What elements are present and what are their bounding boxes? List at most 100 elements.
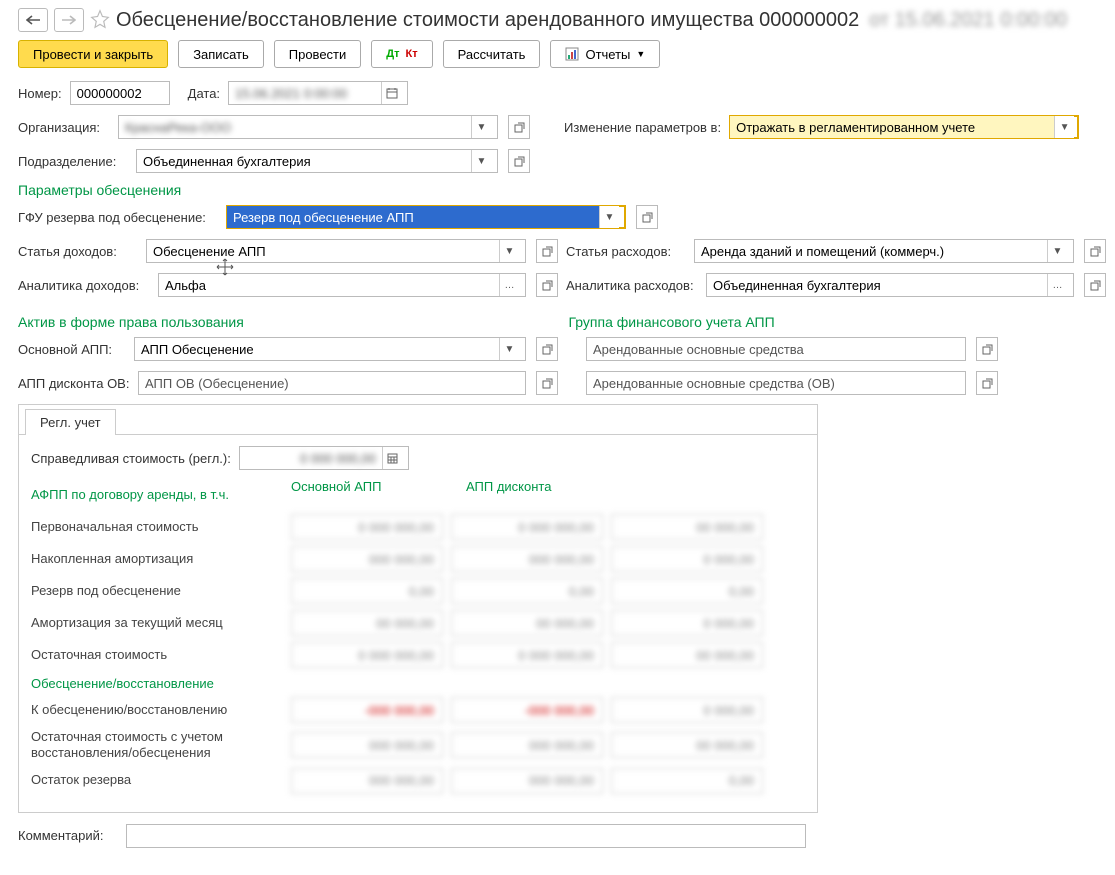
main-app-group-open-button[interactable] [976, 337, 998, 361]
favorite-star-icon[interactable] [90, 9, 110, 32]
open-icon [982, 344, 993, 355]
open-icon [514, 122, 525, 133]
gfu-open-button[interactable] [636, 205, 658, 229]
cell[interactable]: 0,00 [611, 768, 763, 794]
open-icon [542, 378, 553, 389]
cell[interactable]: 0 000 000,00 [451, 514, 603, 540]
page-title: Обесценение/восстановление стоимости аре… [116, 9, 859, 32]
open-icon [982, 378, 993, 389]
dept-input[interactable] [137, 150, 471, 172]
org-label: Организация: [18, 120, 110, 135]
expense-analytics-select-button[interactable]: … [1047, 274, 1067, 296]
cell[interactable]: -000 000,00 [291, 697, 443, 723]
cell[interactable]: 000 000,00 [451, 732, 603, 758]
cell[interactable]: 00 000,00 [451, 610, 603, 636]
row-label: Остаточная стоимость [31, 647, 291, 663]
dept-open-button[interactable] [508, 149, 530, 173]
gfu-input[interactable] [227, 206, 599, 228]
cell[interactable]: 000 000,00 [451, 768, 603, 794]
calendar-icon [386, 87, 398, 99]
open-icon [514, 156, 525, 167]
org-input[interactable] [119, 116, 471, 138]
debit-credit-button[interactable]: ДтКт [371, 40, 432, 68]
fair-value-calc-button[interactable] [382, 447, 402, 469]
cell[interactable]: 0 000 000,00 [291, 514, 443, 540]
cell[interactable]: 0,00 [291, 578, 443, 604]
income-article-dropdown-button[interactable]: ▼ [499, 240, 519, 262]
grid-row: Накопленная амортизация 000 000,00 000 0… [31, 546, 805, 572]
cell[interactable]: 000 000,00 [291, 546, 443, 572]
cell[interactable]: 00 000,00 [611, 642, 763, 668]
arrow-right-icon [62, 15, 76, 25]
nav-forward-button[interactable] [54, 8, 84, 32]
main-app-group-input[interactable] [587, 338, 963, 360]
tab-regl[interactable]: Регл. учет [25, 409, 116, 435]
cell[interactable]: 00 000,00 [611, 514, 763, 540]
income-analytics-input[interactable] [159, 274, 499, 296]
reports-button[interactable]: Отчеты ▼ [550, 40, 660, 68]
cell[interactable]: 0 000,00 [611, 697, 763, 723]
toolbar: Провести и закрыть Записать Провести ДтК… [18, 40, 1097, 68]
dept-label: Подразделение: [18, 154, 128, 169]
arrow-left-icon [26, 15, 40, 25]
income-article-open-button[interactable] [536, 239, 558, 263]
income-article-input[interactable] [147, 240, 499, 262]
cell[interactable]: 0 000 000,00 [451, 642, 603, 668]
discount-app-group-open-button[interactable] [976, 371, 998, 395]
row-label: Остаток резерва [31, 772, 291, 788]
change-params-dropdown-button[interactable]: ▼ [1054, 116, 1074, 138]
income-analytics-select-button[interactable]: … [499, 274, 519, 296]
expense-article-input[interactable] [695, 240, 1047, 262]
main-app-label: Основной АПП: [18, 342, 126, 357]
impairment-section-title: Обесценение/восстановление [31, 676, 805, 691]
income-analytics-open-button[interactable] [536, 273, 558, 297]
post-and-close-button[interactable]: Провести и закрыть [18, 40, 168, 68]
params-section-title: Параметры обесценения [18, 182, 1097, 198]
cell[interactable]: -000 000,00 [451, 697, 603, 723]
cell[interactable]: 000 000,00 [451, 546, 603, 572]
calendar-button[interactable] [381, 82, 401, 104]
grid-row: Остаток резерва 000 000,00 000 000,00 0,… [31, 768, 805, 794]
org-open-button[interactable] [508, 115, 530, 139]
dept-dropdown-button[interactable]: ▼ [471, 150, 491, 172]
row-label: Первоначальная стоимость [31, 519, 291, 535]
gfu-dropdown-button[interactable]: ▼ [599, 206, 619, 228]
row-label: Остаточная стоимость с учетом восстановл… [31, 729, 291, 762]
expense-analytics-label: Аналитика расходов: [566, 278, 698, 293]
main-app-open-button[interactable] [536, 337, 558, 361]
cell[interactable]: 000 000,00 [291, 732, 443, 758]
comment-label: Комментарий: [18, 828, 118, 843]
grid-head-2: Основной АПП [291, 479, 466, 508]
open-icon [542, 280, 553, 291]
expense-article-open-button[interactable] [1084, 239, 1106, 263]
expense-analytics-open-button[interactable] [1084, 273, 1106, 297]
cell[interactable]: 00 000,00 [291, 610, 443, 636]
comment-input[interactable] [127, 825, 803, 847]
discount-app-input[interactable] [139, 372, 523, 394]
main-app-input[interactable] [135, 338, 499, 360]
income-analytics-label: Аналитика доходов: [18, 278, 150, 293]
org-dropdown-button[interactable]: ▼ [471, 116, 491, 138]
gfu-label: ГФУ резерва под обесценение: [18, 210, 218, 225]
main-app-dropdown-button[interactable]: ▼ [499, 338, 519, 360]
expense-analytics-input[interactable] [707, 274, 1047, 296]
date-input[interactable] [229, 82, 381, 104]
cell[interactable]: 0,00 [611, 578, 763, 604]
nav-back-button[interactable] [18, 8, 48, 32]
calculate-button[interactable]: Рассчитать [443, 40, 541, 68]
discount-app-open-button[interactable] [536, 371, 558, 395]
discount-app-group-input[interactable] [587, 372, 963, 394]
change-params-input[interactable] [730, 116, 1054, 138]
save-button[interactable]: Записать [178, 40, 264, 68]
asset-section-title: Актив в форме права пользования [18, 314, 547, 330]
fair-value-input[interactable] [240, 447, 382, 469]
cell[interactable]: 00 000,00 [611, 732, 763, 758]
cell[interactable]: 0 000,00 [611, 610, 763, 636]
group-section-title: Группа финансового учета АПП [569, 314, 1098, 330]
cell[interactable]: 000 000,00 [291, 768, 443, 794]
cell[interactable]: 0 000,00 [611, 546, 763, 572]
post-button[interactable]: Провести [274, 40, 362, 68]
cell[interactable]: 0 000 000,00 [291, 642, 443, 668]
cell[interactable]: 0,00 [451, 578, 603, 604]
expense-article-dropdown-button[interactable]: ▼ [1047, 240, 1067, 262]
